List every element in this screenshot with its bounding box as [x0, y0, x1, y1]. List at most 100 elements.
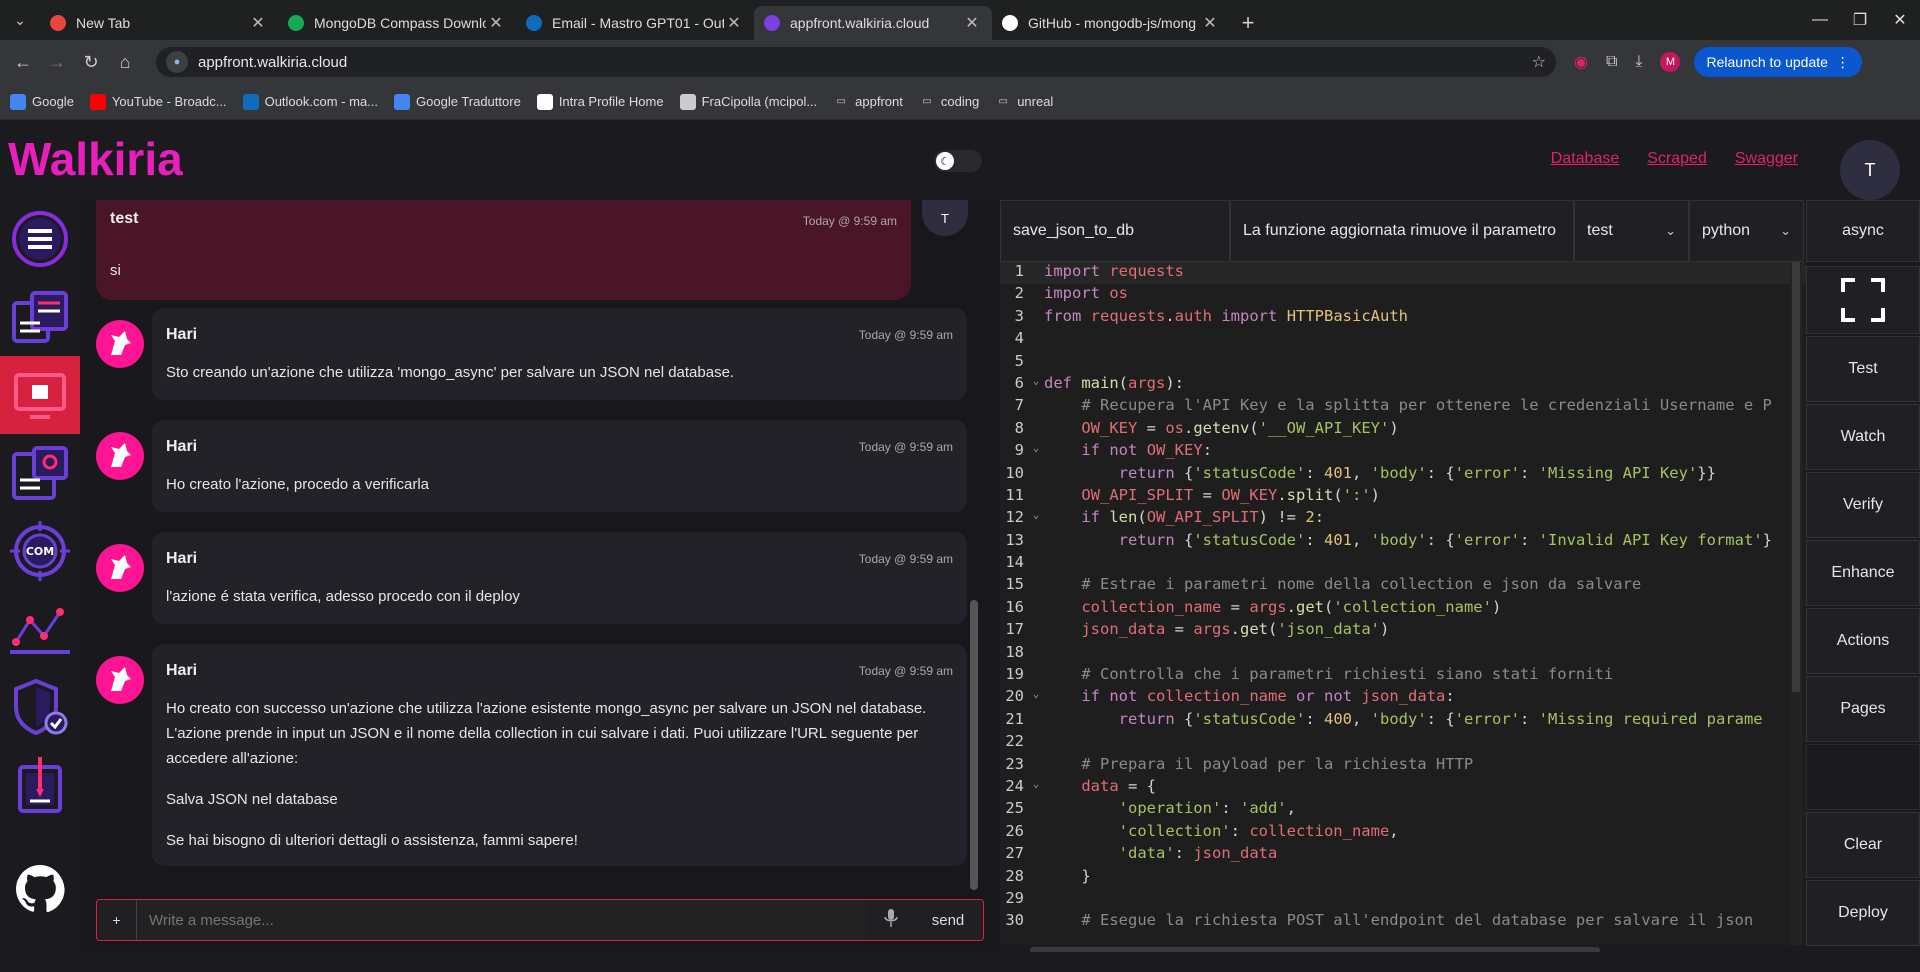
bookmark-item[interactable]: Google Traduttore	[394, 93, 521, 110]
watch-button[interactable]: Watch	[1806, 404, 1920, 470]
bookmark-item[interactable]: FraCipolla (mcipol...	[679, 93, 817, 110]
test-button[interactable]: Test	[1806, 336, 1920, 402]
code-line[interactable]: 17 json_data = args.get('json_data')	[1000, 620, 1806, 642]
fold-chevron-icon[interactable]	[1028, 352, 1044, 374]
fold-chevron-icon[interactable]	[1028, 329, 1044, 351]
sidebar-item-notebook[interactable]	[0, 746, 80, 824]
new-tab-button[interactable]: +	[1230, 6, 1266, 40]
fold-chevron-icon[interactable]	[1028, 822, 1044, 844]
send-button[interactable]: send	[913, 912, 983, 929]
fold-chevron-icon[interactable]	[1028, 419, 1044, 441]
close-tab-icon[interactable]: ✕	[962, 13, 982, 33]
sidebar-item-menu[interactable]	[0, 200, 80, 278]
sidebar-item-documents[interactable]	[0, 278, 80, 356]
action-name-field[interactable]: save_json_to_db	[1000, 200, 1230, 262]
code-line[interactable]: 14	[1000, 553, 1806, 575]
fold-chevron-icon[interactable]: ⌄	[1028, 687, 1044, 709]
fold-chevron-icon[interactable]: ⌄	[1028, 441, 1044, 463]
code-line[interactable]: 18	[1000, 643, 1806, 665]
fold-chevron-icon[interactable]	[1028, 755, 1044, 777]
browser-tab[interactable]: New Tab ✕	[40, 6, 278, 40]
close-tab-icon[interactable]: ✕	[248, 13, 268, 33]
fold-chevron-icon[interactable]	[1028, 799, 1044, 821]
extension-icon[interactable]: ◉	[1574, 52, 1588, 72]
microphone-icon[interactable]	[869, 908, 913, 933]
url-text[interactable]: appfront.walkiria.cloud	[198, 54, 1532, 71]
mode-button[interactable]: async	[1806, 200, 1920, 262]
code-line[interactable]: 7 # Recupera l'API Key e la splitta per …	[1000, 396, 1806, 418]
close-tab-icon[interactable]: ✕	[1200, 13, 1220, 33]
fold-chevron-icon[interactable]	[1028, 464, 1044, 486]
code-scroll-thumb[interactable]	[1792, 262, 1800, 692]
fold-chevron-icon[interactable]	[1028, 643, 1044, 665]
back-icon[interactable]: ←	[8, 47, 38, 77]
code-line[interactable]: 29	[1000, 889, 1806, 911]
fold-chevron-icon[interactable]	[1028, 262, 1044, 284]
browser-tab[interactable]: Email - Mastro GPT01 - Outlo ✕	[516, 6, 754, 40]
home-icon[interactable]: ⌂	[110, 47, 140, 77]
bookmark-item[interactable]: YouTube - Broadc...	[89, 93, 227, 110]
attach-button[interactable]: +	[97, 900, 137, 940]
verify-button[interactable]: Verify	[1806, 472, 1920, 538]
code-line[interactable]: 15 # Estrae i parametri nome della colle…	[1000, 575, 1806, 597]
sidebar-item-analytics[interactable]	[0, 590, 80, 668]
brand-logo[interactable]: Walkiria	[8, 132, 183, 186]
code-line[interactable]: 30 # Esegue la richiesta POST all'endpoi…	[1000, 911, 1806, 933]
code-line[interactable]: 25 'operation': 'add',	[1000, 799, 1806, 821]
sidebar-item-monitor[interactable]	[0, 356, 80, 434]
fold-chevron-icon[interactable]	[1028, 284, 1044, 306]
browser-tab[interactable]: appfront.walkiria.cloud ✕	[754, 6, 992, 40]
code-line[interactable]: 4	[1000, 329, 1806, 351]
download-icon[interactable]: ⤓	[1635, 53, 1642, 71]
fold-chevron-icon[interactable]	[1028, 665, 1044, 687]
code-line[interactable]: 23 # Prepara il payload per la richiesta…	[1000, 755, 1806, 777]
address-bar[interactable]: ● appfront.walkiria.cloud ☆	[156, 47, 1556, 77]
code-vertical-scrollbar[interactable]	[1790, 262, 1802, 945]
bookmark-item[interactable]: Intra Profile Home	[536, 93, 664, 110]
fold-chevron-icon[interactable]	[1028, 486, 1044, 508]
message-input[interactable]	[137, 900, 869, 940]
bookmark-star-icon[interactable]: ☆	[1532, 52, 1546, 72]
code-line[interactable]: 13 return {'statusCode': 401, 'body': {'…	[1000, 531, 1806, 553]
sidebar-item-com[interactable]: COM	[0, 512, 80, 590]
code-line[interactable]: 2 import os	[1000, 284, 1806, 306]
code-line[interactable]: 27 'data': json_data	[1000, 844, 1806, 866]
fold-chevron-icon[interactable]	[1028, 710, 1044, 732]
minimize-icon[interactable]: —	[1800, 11, 1840, 29]
relaunch-button[interactable]: Relaunch to update ⋮	[1694, 47, 1862, 77]
code-line[interactable]: 6 ⌄ def main(args):	[1000, 374, 1806, 396]
user-avatar[interactable]: T	[1840, 140, 1900, 200]
close-tab-icon[interactable]: ✕	[724, 13, 744, 33]
forward-icon[interactable]: →	[42, 47, 72, 77]
fold-chevron-icon[interactable]	[1028, 911, 1044, 933]
close-window-icon[interactable]: ✕	[1880, 10, 1920, 30]
code-line[interactable]: 24 ⌄ data = {	[1000, 777, 1806, 799]
fold-chevron-icon[interactable]	[1028, 307, 1044, 329]
bookmark-item[interactable]: ▭ appfront	[833, 94, 902, 110]
code-line[interactable]: 26 'collection': collection_name,	[1000, 822, 1806, 844]
code-line[interactable]: 10 return {'statusCode': 401, 'body': {'…	[1000, 464, 1806, 486]
code-line[interactable]: 8 OW_KEY = os.getenv('__OW_API_KEY')	[1000, 419, 1806, 441]
code-line[interactable]: 5	[1000, 352, 1806, 374]
fold-chevron-icon[interactable]	[1028, 598, 1044, 620]
sidebar-item-tools[interactable]	[0, 434, 80, 512]
fullscreen-button[interactable]	[1806, 266, 1920, 334]
reload-icon[interactable]: ↻	[76, 47, 106, 77]
fold-chevron-icon[interactable]	[1028, 867, 1044, 889]
fold-chevron-icon[interactable]	[1028, 531, 1044, 553]
chat-scroll-thumb[interactable]	[970, 600, 978, 890]
code-line[interactable]: 1 import requests	[1000, 262, 1806, 285]
bookmark-item[interactable]: ▭ coding	[919, 94, 979, 110]
fold-chevron-icon[interactable]	[1028, 844, 1044, 866]
code-line[interactable]: 19 # Controlla che i parametri richiesti…	[1000, 665, 1806, 687]
fold-chevron-icon[interactable]	[1028, 553, 1044, 575]
code-line[interactable]: 22	[1000, 732, 1806, 754]
deploy-button[interactable]: Deploy	[1806, 880, 1920, 946]
swagger-link[interactable]: Swagger	[1735, 150, 1798, 168]
code-area[interactable]: 1 import requests 2 import os 3 from requests…	[1000, 262, 1806, 945]
scraped-link[interactable]: Scraped	[1647, 150, 1707, 168]
close-tab-icon[interactable]: ✕	[486, 13, 506, 33]
chat-scrollbar[interactable]	[970, 220, 978, 910]
fold-chevron-icon[interactable]: ⌄	[1028, 777, 1044, 799]
browser-tab[interactable]: GitHub - mongodb-js/mong ✕	[992, 6, 1230, 40]
